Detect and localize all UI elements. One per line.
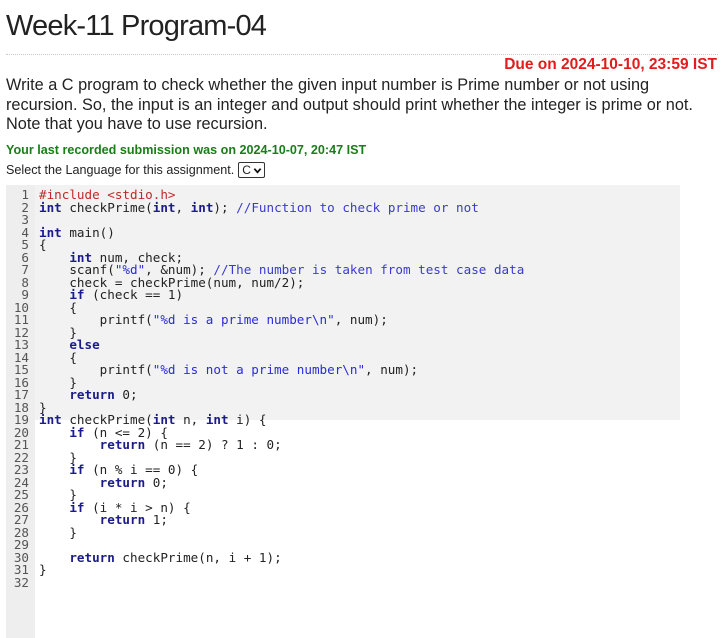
code-text: } — [39, 562, 47, 577]
code-text: int main() — [39, 224, 115, 240]
code-line[interactable]: 32 — [6, 574, 29, 590]
code-text: return 0; — [69, 387, 138, 402]
title-divider — [6, 54, 718, 55]
language-prompt: Select the Language for this assignment. — [6, 163, 235, 177]
code-text: int checkPrime(int, int); //Function to … — [39, 199, 479, 215]
line-number: 32 — [13, 574, 29, 590]
last-submission-notice: Your last recorded submission was on 202… — [6, 143, 367, 157]
language-selector-row: Select the Language for this assignment.… — [6, 162, 265, 178]
assignment-description: Write a C program to check whether the g… — [6, 76, 693, 133]
code-text: printf("%d is not a prime number\n", num… — [39, 362, 419, 377]
code-editor[interactable]: 1 #include <stdio.h> 2 int checkPrime(int, … — [6, 185, 680, 638]
code-text: printf("%d is a prime number\n", num); — [39, 312, 388, 327]
language-select[interactable]: C — [238, 162, 265, 178]
chevron-down-icon — [253, 167, 262, 174]
editor-readonly-region — [35, 185, 680, 420]
code-text: } — [39, 524, 77, 540]
code-text: return checkPrime(n, i + 1); — [69, 549, 282, 565]
due-date: Due on 2024-10-10, 23:59 IST — [504, 56, 717, 73]
page-title: Week-11 Program-04 — [6, 10, 267, 42]
language-selected-value: C — [242, 163, 251, 177]
